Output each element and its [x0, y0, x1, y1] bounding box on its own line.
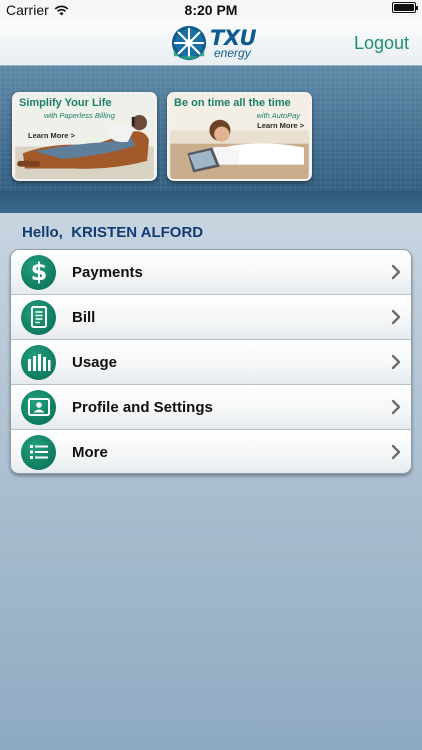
promo-title: Simplify Your Life: [19, 97, 112, 109]
greeting: Hello, KRISTEN ALFORD: [22, 224, 203, 241]
nav-bar: TXU energy Logout: [0, 20, 422, 66]
chevron-right-icon: [391, 444, 401, 460]
menu-item-label: Profile and Settings: [72, 398, 213, 416]
promo-autopay[interactable]: Be on time all the time with AutoPay Lea…: [167, 92, 312, 181]
learn-more-link[interactable]: Learn More >: [257, 121, 304, 130]
promo-subtitle: with AutoPay: [256, 111, 301, 120]
menu-item-usage[interactable]: Usage: [11, 340, 411, 385]
menu-item-payments[interactable]: $ Payments: [11, 250, 411, 295]
chevron-right-icon: [391, 264, 401, 280]
menu-item-bill[interactable]: Bill: [11, 295, 411, 340]
status-bar: Carrier 8:20 PM: [0, 0, 422, 20]
list-icon: [21, 434, 56, 470]
status-time: 8:20 PM: [184, 2, 238, 18]
menu-item-label: Payments: [72, 263, 143, 281]
logo-text: TXU energy: [210, 27, 257, 60]
txu-energy-logo: TXU energy: [170, 24, 257, 62]
greeting-prefix: Hello,: [22, 224, 63, 241]
battery-fill: [394, 4, 414, 11]
logo-sub-text: energy: [214, 45, 251, 60]
document-icon: [21, 299, 56, 335]
status-right: [392, 2, 418, 13]
promo-subtitle: with Paperless Billing: [44, 111, 115, 120]
starburst-logo-icon: [171, 25, 207, 61]
svg-text:$: $: [30, 259, 47, 285]
chevron-right-icon: [391, 354, 401, 370]
promo-title: Be on time all the time: [174, 97, 291, 109]
menu-item-more[interactable]: More: [11, 430, 411, 473]
learn-more-link[interactable]: Learn More >: [28, 131, 75, 140]
chevron-right-icon: [391, 399, 401, 415]
chevron-right-icon: [391, 309, 401, 325]
promo-banner: Simplify Your Life with Paperless Billin…: [0, 66, 422, 213]
menu-item-label: Usage: [72, 353, 118, 371]
customer-name: KRISTEN ALFORD: [71, 224, 204, 241]
promo-paperless-billing[interactable]: Simplify Your Life with Paperless Billin…: [12, 92, 157, 181]
menu-item-label: Bill: [72, 308, 96, 326]
menu-item-profile-settings[interactable]: Profile and Settings: [11, 385, 411, 430]
banner-bottom-strip: [0, 191, 422, 213]
dollar-icon: $: [21, 254, 56, 290]
battery-icon: [392, 2, 418, 13]
bar-chart-icon: [21, 344, 56, 380]
main-menu: $ Payments Bill Usage Profile and Settin…: [10, 249, 412, 474]
menu-item-label: More: [72, 443, 108, 461]
logout-button[interactable]: Logout: [354, 33, 409, 54]
id-card-icon: [21, 389, 56, 425]
